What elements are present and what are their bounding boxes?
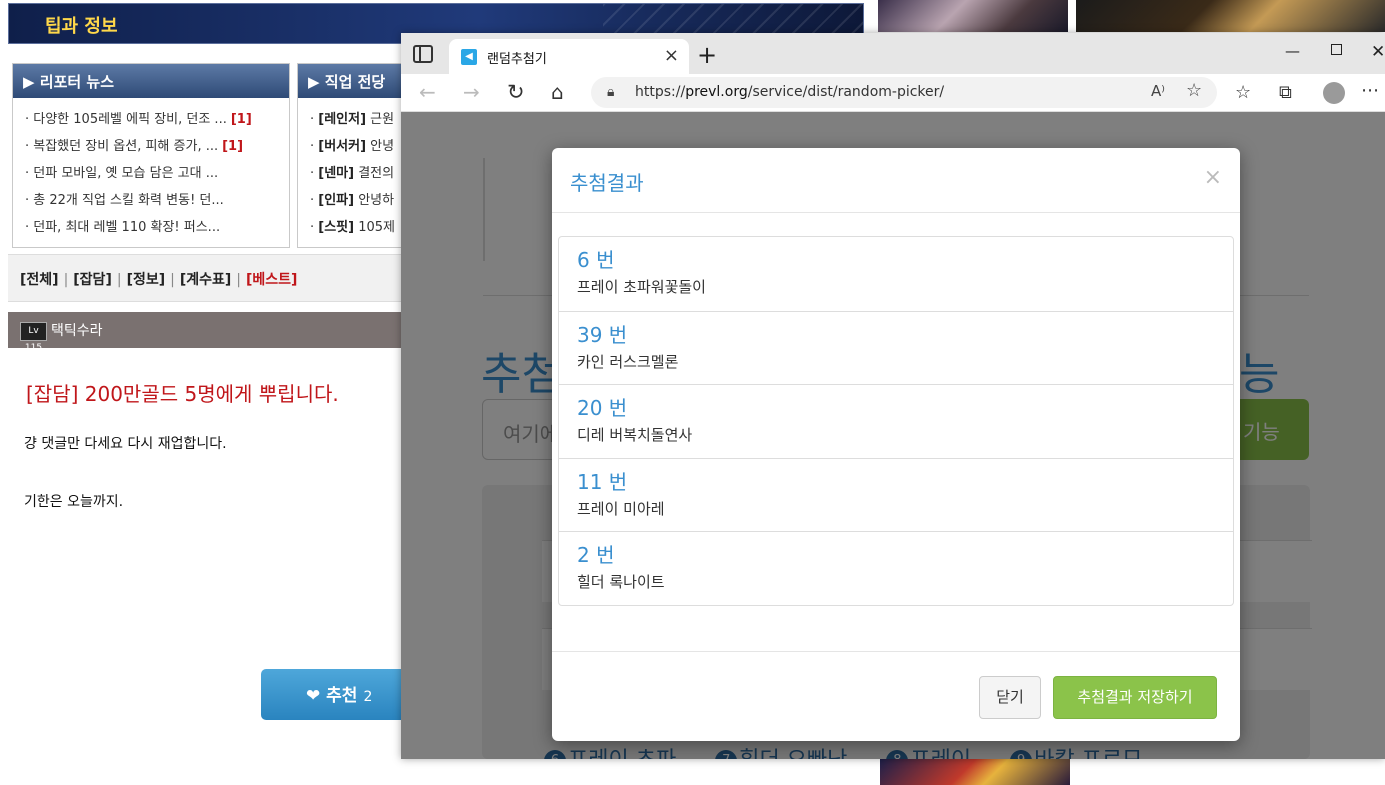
recommend-count: 2 [363,689,373,705]
result-number: 20 번 [577,396,628,421]
recommend-button[interactable]: ❤ 추천 2 [261,669,411,720]
category-best[interactable]: [베스트] [246,272,297,288]
result-item: 20 번 디레 버복치돌연사 [559,384,1233,458]
news-item[interactable]: · 던파, 최대 레벨 110 확장! 퍼스... [25,214,289,241]
job-item[interactable]: · [인파] 안녕하 [310,187,406,214]
banner-image[interactable] [1076,0,1385,32]
more-icon[interactable]: ⋯ [1361,80,1379,101]
collections-icon[interactable]: ⧉ [1279,82,1292,103]
reporter-news-box: ▶ 리포터 뉴스 · 다양한 105레벨 에픽 장비, 던조 ... [1] · … [12,63,290,248]
job-item[interactable]: · [버서커] 안녕 [310,133,406,160]
maximize-icon[interactable] [1331,44,1342,55]
close-icon[interactable]: × [1204,165,1222,190]
category-bar: [전체] | [잡담] | [정보] | [계수표] | [베스트] [8,254,408,302]
level-badge-icon: Lv 115 [20,321,47,353]
window-close-icon[interactable]: ✕ [1371,42,1385,62]
banner-image[interactable] [880,757,1070,785]
result-list: 6 번 프레이 초파워꽃돌이 39 번 카인 러스크멜론 20 번 디레 버복치… [558,236,1234,606]
modal-footer: 닫기 추첨결과 저장하기 [552,651,1240,741]
read-aloud-icon[interactable]: A⁾ [1151,82,1165,100]
tab-random-picker[interactable]: ◀ 랜덤추첨기 × [449,39,689,74]
section-title: 팁과 정보 [45,16,118,37]
heart-icon: ❤ [306,686,321,706]
result-number: 6 번 [577,248,615,272]
address-bar[interactable]: 🔒︎ https://prevl.org/service/dist/random… [591,77,1217,108]
banner-image[interactable] [878,0,1068,32]
result-modal: 추첨결과 × 6 번 프레이 초파워꽃돌이 39 번 카인 러스크멜론 20 번… [552,148,1240,741]
back-icon[interactable]: ← [419,80,436,104]
news-item[interactable]: · 다양한 105레벨 에픽 장비, 던조 ... [1] [25,106,289,133]
result-name: 프레이 미아레 [577,499,665,518]
post-title: [잡담] 200만골드 5명에게 뿌립니다. [26,382,339,406]
result-item: 6 번 프레이 초파워꽃돌이 [559,237,1233,311]
url-text[interactable]: https://prevl.org/service/dist/random-pi… [635,84,944,100]
close-tab-icon[interactable]: × [664,45,679,66]
browser-toolbar: ← → ↻ ⌂ 🔒︎ https://prevl.org/service/dis… [401,74,1385,112]
save-results-button[interactable]: 추첨결과 저장하기 [1053,676,1217,719]
favicon-icon: ◀ [461,49,477,65]
page-content: 추첨 능 여기에 기능 6프레이 초파 7힐더 오빠난 8프레이 9바칼 프르므… [401,112,1385,759]
result-name: 프레이 초파워꽃돌이 [577,278,706,296]
forward-icon[interactable]: → [463,80,480,104]
result-item: 39 번 카인 러스크멜론 [559,310,1233,385]
news-item[interactable]: · 던파 모바일, 옛 모습 담은 고대 ... [25,160,289,187]
profile-avatar-icon[interactable] [1323,82,1345,104]
result-item: 11 번 프레이 미아레 [559,457,1233,532]
category-chat[interactable]: [잡담] [73,272,112,288]
tab-strip: ◀ 랜덤추첨기 × + — ✕ [401,33,1385,74]
tab-title: 랜덤추첨기 [487,52,547,67]
post-body-line: 걍 댓글만 다세요 다시 재업합니다. [24,436,227,452]
result-number: 2 번 [577,543,615,568]
category-info[interactable]: [정보] [127,272,166,288]
tab-actions-icon[interactable] [413,45,433,63]
author-name[interactable]: 택틱수라 [51,323,103,339]
job-item[interactable]: · [레인저] 근원 [310,106,406,133]
modal-header: 추첨결과 × [552,148,1240,213]
category-table[interactable]: [계수표] [180,272,231,288]
browser-window: ◀ 랜덤추첨기 × + — ✕ ← → ↻ ⌂ 🔒︎ https://prevl… [401,33,1385,759]
result-number: 39 번 [577,322,628,347]
news-item[interactable]: · 복잡했던 장비 옵션, 피해 증가, ... [1] [25,133,289,160]
result-item: 2 번 힐더 록나이트 [559,531,1233,605]
category-all[interactable]: [전체] [20,272,59,288]
modal-title: 추첨결과 [570,171,644,195]
result-name: 디레 버복치돌연사 [577,426,693,445]
comment-count: [1] [222,139,244,154]
news-item[interactable]: · 총 22개 직업 스킬 화력 변동! 던... [25,187,289,214]
lock-icon[interactable]: 🔒︎ [607,84,614,100]
home-icon[interactable]: ⌂ [551,80,564,104]
job-hall-header[interactable]: ▶ 직업 전당 [298,64,406,98]
job-item[interactable]: · [넨마] 결전의 [310,160,406,187]
job-hall-box: ▶ 직업 전당 · [레인저] 근원 · [버서커] 안녕 · [넨마] 결전의… [297,63,407,248]
reporter-news-header[interactable]: ▶ 리포터 뉴스 [13,64,289,98]
author-bar: Lv 115택틱수라 [8,312,408,353]
minimize-icon[interactable]: — [1285,42,1300,60]
job-item[interactable]: · [스핏] 105제 [310,214,406,241]
reload-icon[interactable]: ↻ [507,80,525,104]
result-name: 힐더 록나이트 [577,573,665,592]
result-number: 11 번 [577,469,628,494]
comment-count: [1] [230,112,252,127]
close-button[interactable]: 닫기 [979,676,1041,719]
favorites-icon[interactable]: ☆ [1235,82,1251,103]
add-favorite-icon[interactable]: ☆ [1186,80,1202,101]
result-name: 카인 러스크멜론 [577,352,679,371]
new-tab-icon[interactable]: + [697,41,717,69]
post-body-line: 기한은 오늘까지. [24,494,124,510]
